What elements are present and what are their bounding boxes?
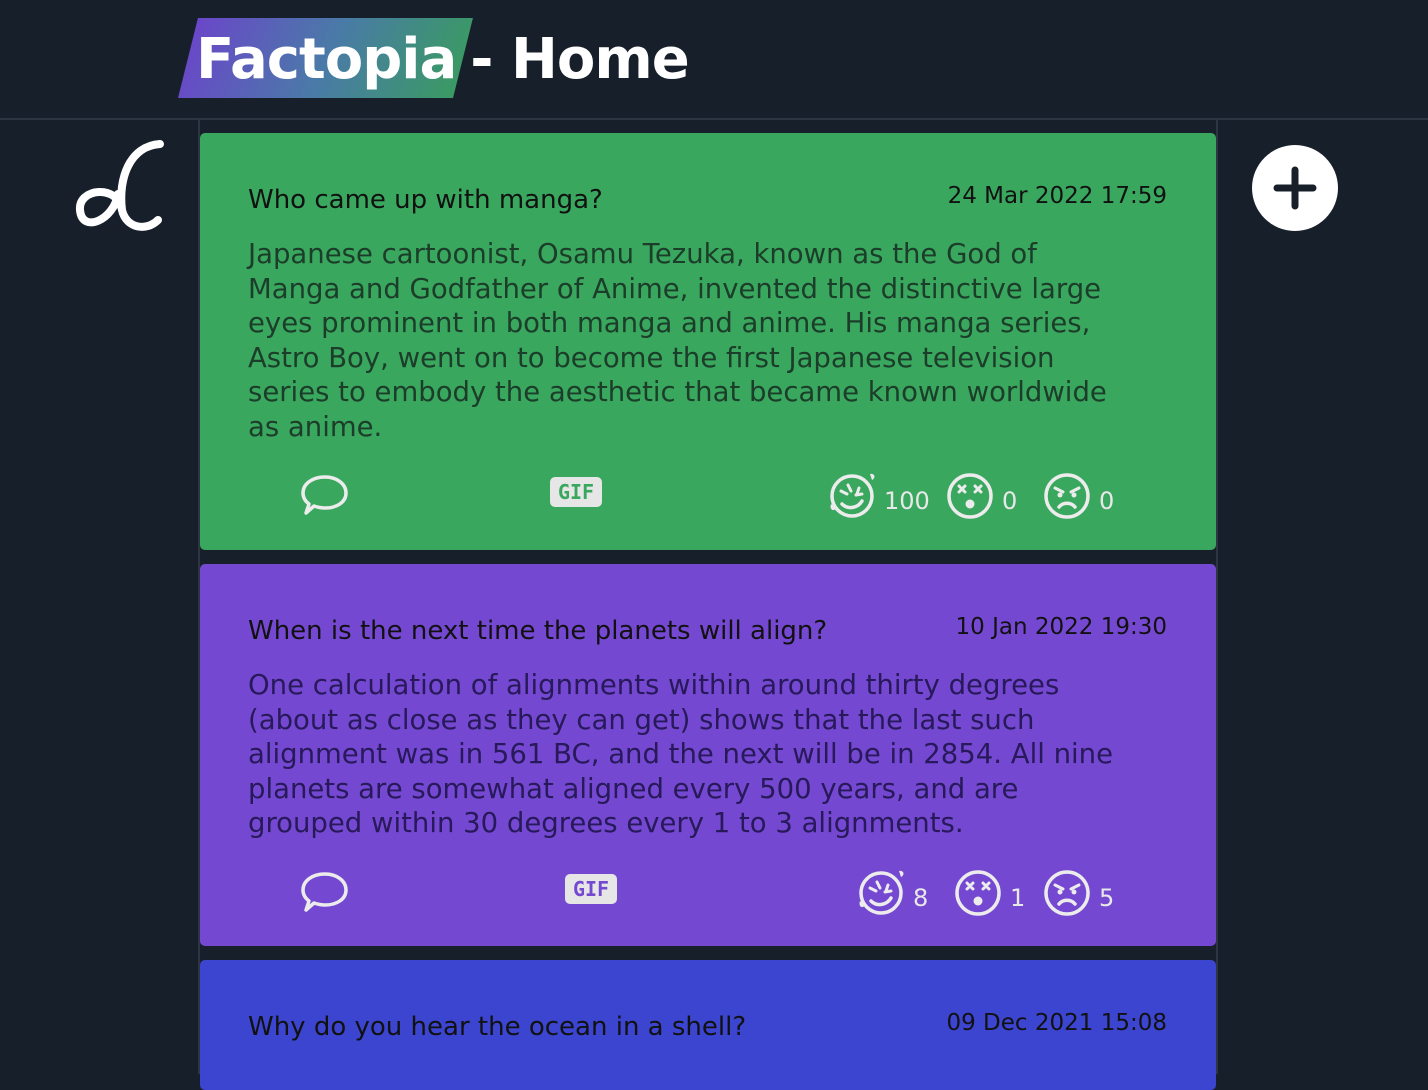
shocked-count: 1 (1010, 884, 1026, 912)
laugh-reaction[interactable]: 8 (857, 867, 932, 917)
gif-button[interactable]: GIF (550, 477, 602, 507)
app-header: Factopia - Home (0, 0, 1428, 120)
angry-emoji-icon (1044, 870, 1090, 916)
angry-count: 5 (1099, 884, 1115, 912)
gif-button[interactable]: GIF (565, 874, 617, 904)
page-title: Factopia - Home (196, 20, 690, 100)
comment-button[interactable] (300, 473, 350, 517)
angry-reaction[interactable]: 5 (1043, 867, 1118, 917)
shocked-emoji-icon (947, 473, 993, 519)
shocked-count: 0 (1002, 487, 1018, 515)
page-subtitle: - Home (470, 27, 689, 92)
post-date: 10 Jan 2022 19:30 (955, 614, 1167, 640)
post-question: Who came up with manga? (248, 185, 603, 215)
laughing-emoji-icon (859, 870, 904, 915)
angry-count: 0 (1099, 487, 1115, 515)
shocked-emoji-icon (955, 870, 1001, 916)
angry-emoji-icon (1044, 473, 1090, 519)
brand-name[interactable]: Factopia (196, 27, 457, 92)
add-post-button[interactable] (1252, 145, 1338, 231)
post-date: 24 Mar 2022 17:59 (947, 183, 1167, 209)
laugh-count: 100 (884, 487, 930, 515)
laughing-emoji-icon (830, 473, 875, 518)
post-answer: One calculation of alignments within aro… (248, 669, 1114, 840)
post-card[interactable]: Why do you hear the ocean in a shell? 09… (200, 960, 1216, 1090)
alpha-logo-icon[interactable] (74, 138, 166, 234)
laugh-count: 8 (913, 884, 929, 912)
post-answer: Japanese cartoonist, Osamu Tezuka, known… (248, 238, 1107, 443)
post-question: When is the next time the planets will a… (248, 616, 828, 646)
shocked-reaction[interactable]: 1 (954, 867, 1029, 917)
comment-button[interactable] (300, 870, 350, 914)
plus-icon (1273, 166, 1317, 210)
speech-bubble-icon (301, 872, 348, 912)
post-question: Why do you hear the ocean in a shell? (248, 1012, 747, 1042)
post-card[interactable]: When is the next time the planets will a… (200, 564, 1216, 946)
post-date: 09 Dec 2021 15:08 (946, 1010, 1167, 1036)
post-card[interactable]: Who came up with manga? 24 Mar 2022 17:5… (200, 133, 1216, 550)
speech-bubble-icon (301, 475, 348, 515)
shocked-reaction[interactable]: 0 (946, 470, 1021, 520)
angry-reaction[interactable]: 0 (1043, 470, 1118, 520)
laugh-reaction[interactable]: 100 (828, 470, 930, 520)
